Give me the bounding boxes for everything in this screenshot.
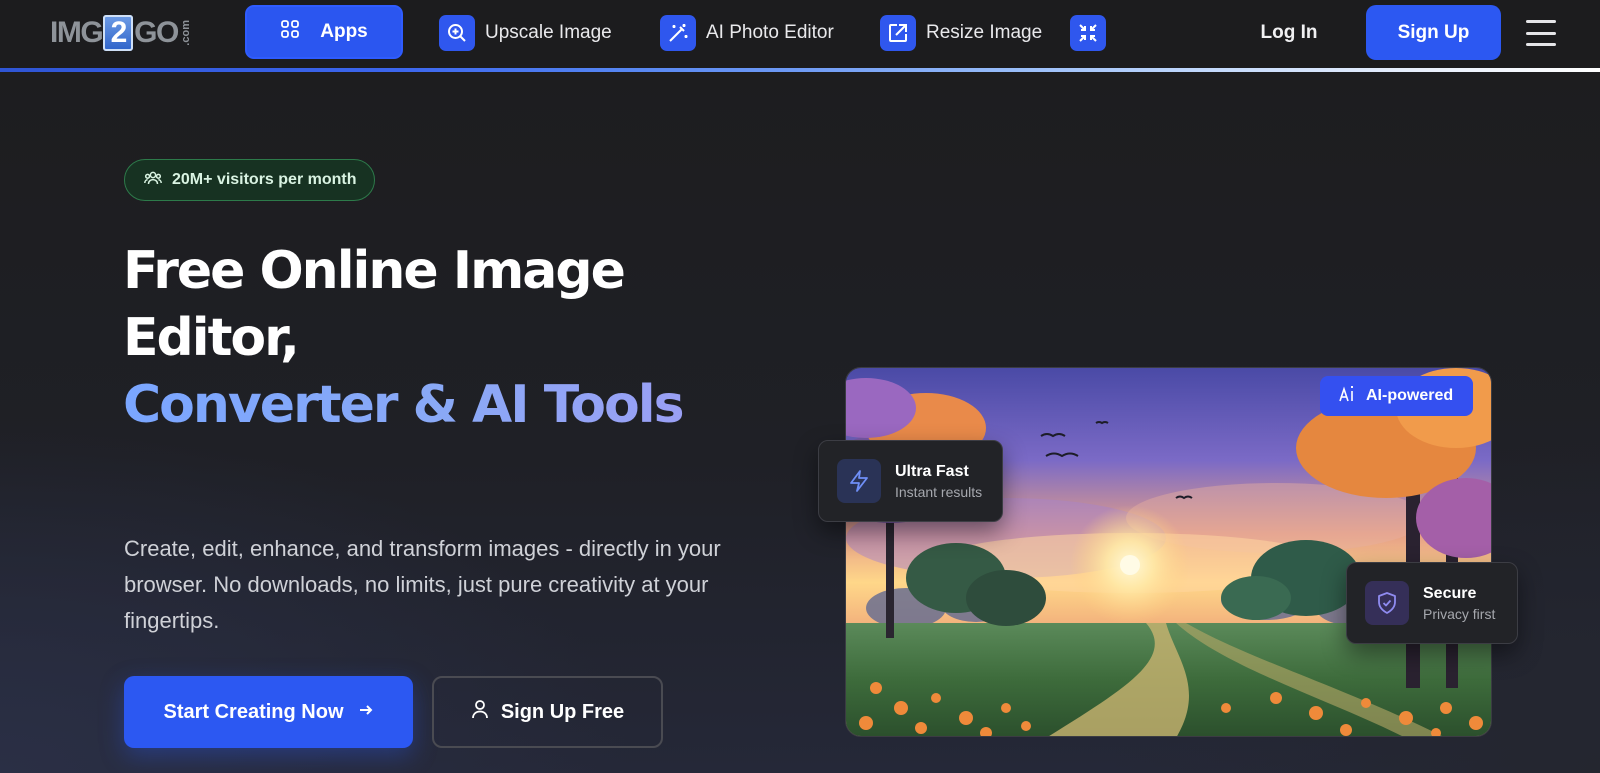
signup-button[interactable]: Sign Up bbox=[1366, 5, 1501, 60]
hamburger-menu-icon[interactable] bbox=[1526, 20, 1556, 46]
compress-icon bbox=[1070, 15, 1106, 51]
hero-illustration bbox=[845, 367, 1492, 737]
secure-title: Secure bbox=[1423, 584, 1477, 602]
login-link[interactable]: Log In bbox=[1244, 14, 1334, 52]
visitors-badge: 20M+ visitors per month bbox=[124, 159, 375, 201]
nav-link-label: AI Photo Editor bbox=[706, 22, 834, 43]
visitors-badge-text: 20M+ visitors per month bbox=[172, 171, 357, 188]
nav-link-resize-image[interactable]: Resize Image bbox=[880, 14, 1042, 52]
hero-subtitle: Create, edit, enhance, and transform ima… bbox=[124, 536, 721, 633]
resize-icon bbox=[880, 15, 916, 51]
logo-text-img: IMG bbox=[50, 16, 104, 49]
hero-title-line1: Free Online Image Editor, bbox=[123, 241, 626, 368]
site-logo[interactable]: IMG 2 GO .com bbox=[50, 14, 192, 52]
nav-link-upscale-image[interactable]: Upscale Image bbox=[439, 14, 612, 52]
apps-button[interactable]: Apps bbox=[245, 5, 403, 59]
nav-link-ai-photo-editor[interactable]: AI Photo Editor bbox=[660, 14, 834, 52]
start-creating-label: Start Creating Now bbox=[163, 700, 344, 723]
shield-check-icon bbox=[1365, 581, 1409, 625]
apps-label: Apps bbox=[320, 21, 368, 42]
ai-powered-badge: AI-powered bbox=[1320, 376, 1473, 416]
ai-powered-label: AI-powered bbox=[1366, 387, 1454, 404]
sign-up-free-label: Sign Up Free bbox=[500, 700, 625, 723]
user-icon bbox=[471, 699, 489, 725]
secure-subtitle: Privacy first bbox=[1423, 605, 1496, 622]
sign-up-free-button[interactable]: Sign Up Free bbox=[432, 676, 663, 748]
nav-link-compress[interactable] bbox=[1070, 14, 1106, 52]
logo-text-go: GO bbox=[134, 16, 179, 49]
hero-title: Free Online Image Editor, Converter & AI… bbox=[123, 238, 763, 439]
hero-title-line2: Converter & AI Tools bbox=[123, 372, 763, 439]
secure-card: Secure Privacy first bbox=[1346, 562, 1518, 644]
arrow-right-icon bbox=[358, 701, 374, 724]
ultra-fast-subtitle: Instant results bbox=[895, 483, 983, 500]
magic-wand-icon bbox=[660, 15, 696, 51]
users-icon bbox=[144, 170, 162, 191]
zoom-in-icon bbox=[439, 15, 475, 51]
ai-sparkle-icon bbox=[1338, 385, 1356, 408]
nav-link-label: Upscale Image bbox=[485, 22, 612, 43]
nav-link-label: Resize Image bbox=[926, 22, 1043, 43]
lightning-icon bbox=[837, 459, 881, 503]
start-creating-button[interactable]: Start Creating Now bbox=[124, 676, 413, 748]
top-navbar: IMG 2 GO .com Apps Upscale Image AI Phot… bbox=[0, 0, 1600, 68]
ultra-fast-title: Ultra Fast bbox=[895, 462, 969, 480]
logo-text-2: 2 bbox=[103, 15, 134, 51]
ultra-fast-card: Ultra Fast Instant results bbox=[818, 440, 1003, 522]
grid-icon bbox=[280, 19, 300, 45]
logo-text-com: .com bbox=[179, 20, 192, 46]
